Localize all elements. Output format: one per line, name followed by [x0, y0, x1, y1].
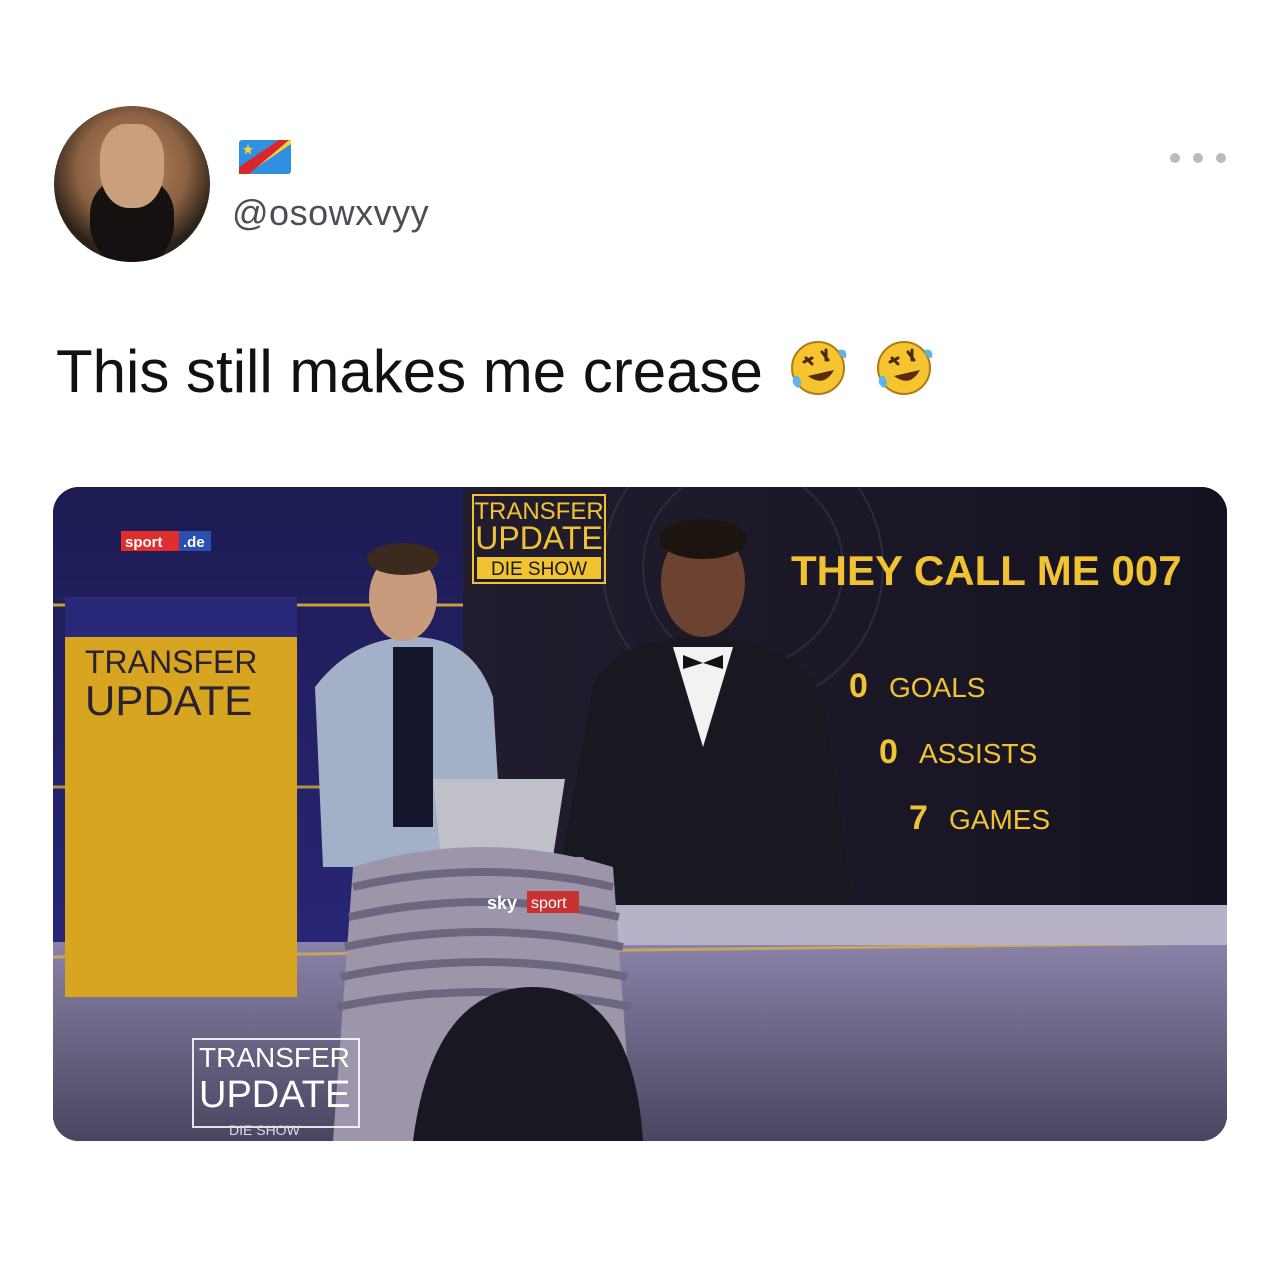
bottom-box-line-3: DIE SHOW [229, 1122, 301, 1138]
desk-logo-sport: sport [531, 895, 567, 912]
desk-logo-sky: sky [487, 893, 517, 913]
bottom-box-line-1: TRANSFER [199, 1042, 350, 1073]
more-horizontal-icon[interactable] [1170, 146, 1226, 170]
left-panel-line-2: UPDATE [85, 677, 252, 724]
top-box-line-3: DIE SHOW [491, 559, 587, 580]
avatar[interactable] [54, 106, 210, 262]
stat-games-label: GAMES [949, 804, 1050, 835]
bottom-box-line-2: UPDATE [199, 1074, 350, 1116]
stat-assists-number: 0 [879, 733, 898, 771]
user-handle[interactable]: @osowxvyy [232, 192, 429, 234]
dr-congo-flag-icon [239, 140, 291, 174]
rolling-laughing-emoji-icon [790, 341, 846, 395]
stat-assists-label: ASSISTS [919, 738, 1037, 769]
rolling-laughing-emoji-icon [877, 341, 933, 395]
left-panel-line-1: TRANSFER [85, 644, 257, 680]
top-box-line-2: UPDATE [475, 520, 602, 556]
sport-logo: sport [125, 534, 163, 551]
stat-goals-label: GOALS [889, 672, 985, 703]
dot [1193, 153, 1203, 163]
stat-goals-number: 0 [849, 667, 868, 705]
dot [1170, 153, 1180, 163]
avatar-face [100, 124, 164, 208]
stat-games-number: 7 [909, 799, 928, 837]
dot [1216, 153, 1226, 163]
headline: THEY CALL ME 007 [791, 547, 1182, 594]
tweet-text: This still makes me crease [56, 336, 936, 406]
studio-scene: sport .de TRANSFER UPDATE DIE SHOW TRANS… [53, 487, 1227, 1141]
tweet-body: This still makes me crease [56, 338, 763, 405]
de-logo: .de [183, 534, 205, 551]
tweet-image[interactable]: sport .de TRANSFER UPDATE DIE SHOW TRANS… [53, 487, 1227, 1141]
